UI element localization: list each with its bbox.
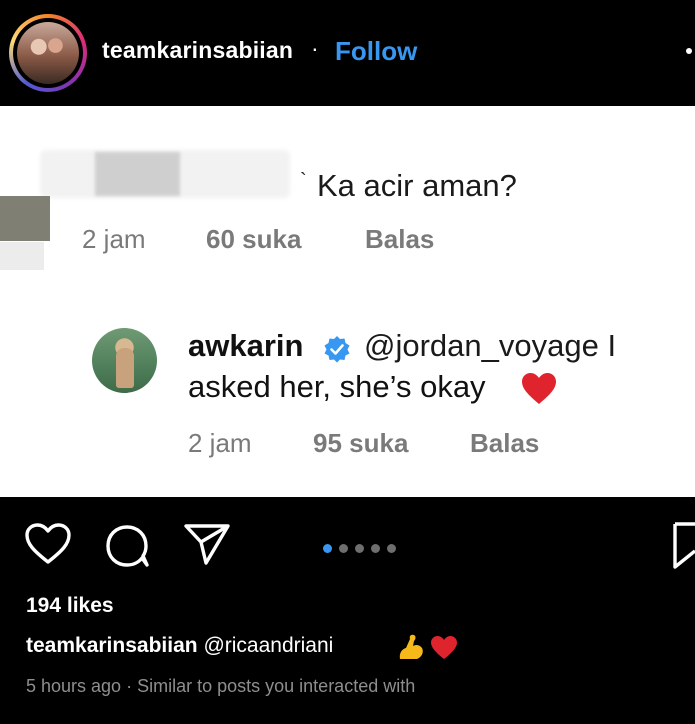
comment-likes: 60 suka xyxy=(206,224,302,254)
comment-reply-label: Balas xyxy=(365,224,435,254)
heart-icon[interactable] xyxy=(24,522,72,566)
avatar-image xyxy=(17,22,79,84)
reply-mention: @jordan_voyage I xyxy=(364,328,617,363)
blur-edge-mark: ` xyxy=(300,170,307,192)
post-image[interactable]: ` Ka acir aman? 2 jam 60 suka Balas awka… xyxy=(0,106,695,497)
profile-avatar[interactable] xyxy=(9,14,87,92)
verified-badge-icon xyxy=(324,336,350,363)
more-options-icon[interactable] xyxy=(686,48,692,54)
avatar-border xyxy=(13,18,83,88)
carousel-indicator xyxy=(323,540,403,558)
avatar-figure xyxy=(116,348,134,388)
meta-separator: · xyxy=(126,676,133,696)
carousel-dot xyxy=(355,544,364,553)
heart-emoji-icon xyxy=(431,636,457,659)
red-heart-icon xyxy=(522,373,556,404)
timestamp: 5 hours ago xyxy=(26,676,122,696)
post-meta: 5 hours ago · Similar to posts you inter… xyxy=(26,676,415,697)
reply-text: asked her, she’s okay xyxy=(188,369,486,404)
comment-time: 2 jam xyxy=(82,224,146,254)
header-username[interactable]: teamkarinsabiian xyxy=(102,37,293,64)
comment-text: Ka acir aman? xyxy=(317,168,517,203)
bookmark-icon[interactable] xyxy=(672,521,695,571)
instagram-post: teamkarinsabiian · Follow ` Ka acir aman… xyxy=(0,0,695,724)
reply-avatar xyxy=(92,328,157,393)
carousel-dot-active xyxy=(323,544,332,553)
caption-username[interactable]: teamkarinsabiian xyxy=(26,634,198,657)
blurred-strip xyxy=(0,242,44,270)
reply-reply-label: Balas xyxy=(470,428,540,458)
caption-mention[interactable]: @ricaandriani xyxy=(203,634,333,657)
carousel-dot xyxy=(339,544,348,553)
blurred-avatar xyxy=(0,196,50,241)
flexed-biceps-icon xyxy=(399,634,423,659)
post-header: teamkarinsabiian · Follow xyxy=(0,0,695,106)
reply-time: 2 jam xyxy=(188,428,252,458)
comment-icon[interactable] xyxy=(104,523,152,569)
carousel-dot xyxy=(371,544,380,553)
reply-likes: 95 suka xyxy=(313,428,409,458)
follow-button[interactable]: Follow xyxy=(335,36,417,67)
header-separator: · xyxy=(311,35,319,61)
likes-count[interactable]: 194 likes xyxy=(26,594,114,618)
caption: teamkarinsabiian @ricaandriani xyxy=(26,634,333,658)
suggestion-text: Similar to posts you interacted with xyxy=(137,676,416,696)
share-icon[interactable] xyxy=(182,521,232,567)
blurred-block xyxy=(95,152,180,196)
reply-username: awkarin xyxy=(188,328,304,363)
carousel-dot xyxy=(387,544,396,553)
